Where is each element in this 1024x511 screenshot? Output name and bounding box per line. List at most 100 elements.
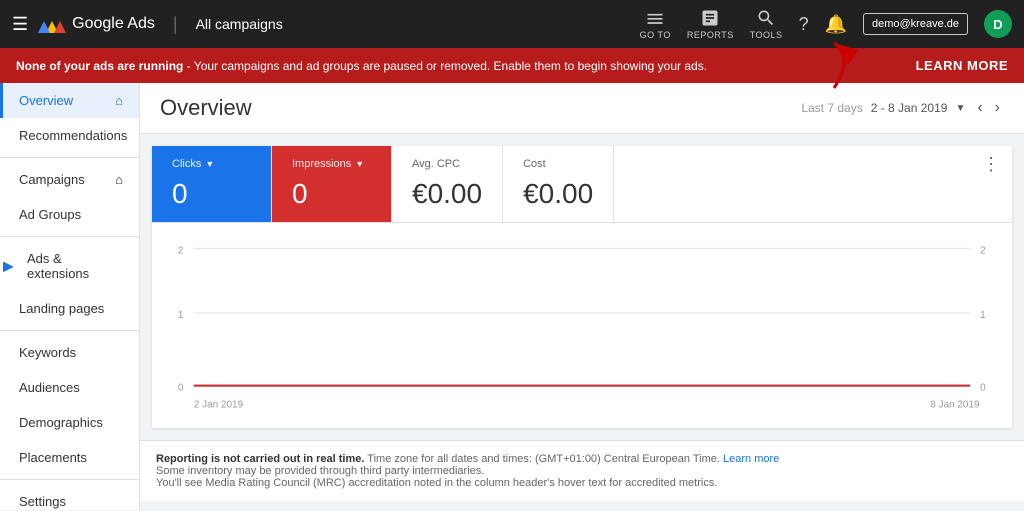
sidebar-divider-4 xyxy=(0,479,139,480)
impressions-dropdown-icon[interactable]: ▼ xyxy=(355,159,364,169)
footer-disclaimer: Reporting is not carried out in real tim… xyxy=(140,440,1024,501)
sidebar-overview-label: Overview xyxy=(19,93,73,108)
nav-right: GO TO REPORTS TOOLS ? 🔔 demo@kreave.de D xyxy=(640,8,1012,40)
sidebar-demographics-label: Demographics xyxy=(19,415,103,430)
date-next-button[interactable]: › xyxy=(991,97,1004,119)
page-title-nav: All campaigns xyxy=(196,16,283,32)
impressions-label: Impressions ▼ xyxy=(292,158,371,170)
sidebar-keywords-label: Keywords xyxy=(19,345,76,360)
app-name-label: Google Ads xyxy=(72,15,155,33)
alert-message: None of your ads are running - Your camp… xyxy=(16,59,707,73)
sidebar-divider-3 xyxy=(0,330,139,331)
metrics-more-options[interactable]: ⋮ xyxy=(970,146,1012,222)
nav-divider: | xyxy=(173,14,178,35)
help-button[interactable]: ? xyxy=(799,14,809,35)
goto-button[interactable]: GO TO xyxy=(640,8,671,40)
top-navigation: ☰ Google Ads | All campaigns GO TO REPOR… xyxy=(0,0,1024,48)
metric-card-cost: Cost €0.00 xyxy=(503,146,614,222)
sidebar-item-keywords[interactable]: Keywords xyxy=(0,335,139,370)
date-label: Last 7 days xyxy=(801,101,862,115)
footer-line1: Reporting is not carried out in real tim… xyxy=(156,453,1008,465)
date-dropdown-icon[interactable]: ▼ xyxy=(955,103,965,114)
alert-bar: None of your ads are running - Your camp… xyxy=(0,48,1024,83)
google-ads-logo xyxy=(38,13,70,35)
sidebar-landing-label: Landing pages xyxy=(19,301,104,316)
sidebar-settings-label: Settings xyxy=(19,494,66,509)
performance-chart: 2 1 0 2 1 0 2 Jan 2019 xyxy=(164,223,1000,413)
three-dots-icon[interactable]: ⋮ xyxy=(982,154,1000,175)
sidebar-item-landing-pages[interactable]: Landing pages xyxy=(0,291,139,326)
svg-text:8 Jan 2019: 8 Jan 2019 xyxy=(930,400,980,411)
sidebar-item-ads-extensions[interactable]: ▶ Ads & extensions xyxy=(0,241,139,291)
sidebar-item-adgroups[interactable]: Ad Groups xyxy=(0,197,139,232)
avg-cpc-value: €0.00 xyxy=(412,178,482,210)
metric-card-avg-cpc: Avg. CPC €0.00 xyxy=(392,146,503,222)
sidebar-audiences-label: Audiences xyxy=(19,380,80,395)
reports-button[interactable]: REPORTS xyxy=(687,8,734,40)
svg-text:0: 0 xyxy=(980,383,986,394)
svg-text:2: 2 xyxy=(980,245,986,256)
notifications-button[interactable]: 🔔 xyxy=(825,14,847,35)
nav-left: ☰ Google Ads | All campaigns xyxy=(12,13,632,35)
sidebar-item-audiences[interactable]: Audiences xyxy=(0,370,139,405)
goto-icon xyxy=(645,8,665,28)
expand-arrow-icon: ▶ xyxy=(3,258,14,275)
sidebar-divider-2 xyxy=(0,236,139,237)
hamburger-menu[interactable]: ☰ xyxy=(12,14,28,35)
sidebar-item-demographics[interactable]: Demographics xyxy=(0,405,139,440)
sidebar-ads-label: Ads & extensions xyxy=(27,251,123,281)
metrics-area: Clicks ▼ 0 Impressions ▼ 0 Avg. CPC € xyxy=(152,146,1012,428)
sidebar-recommendations-label: Recommendations xyxy=(19,128,127,143)
content-area: Overview Last 7 days 2 - 8 Jan 2019 ▼ ‹ … xyxy=(140,83,1024,510)
svg-text:0: 0 xyxy=(178,383,184,394)
clicks-value: 0 xyxy=(172,178,251,210)
tools-button[interactable]: TOOLS xyxy=(750,8,783,40)
svg-text:2: 2 xyxy=(178,245,184,256)
avg-cpc-label: Avg. CPC xyxy=(412,158,482,170)
footer-line2: Some inventory may be provided through t… xyxy=(156,465,1008,477)
user-email-display[interactable]: demo@kreave.de xyxy=(863,13,968,35)
sidebar-placements-label: Placements xyxy=(19,450,87,465)
metrics-cards: Clicks ▼ 0 Impressions ▼ 0 Avg. CPC € xyxy=(152,146,1012,223)
logo-icon xyxy=(38,13,70,35)
sidebar-item-campaigns[interactable]: Campaigns ⌂ xyxy=(0,162,139,197)
alert-bold: None of your ads are running xyxy=(16,59,183,73)
sidebar-item-overview[interactable]: Overview ⌂ xyxy=(0,83,139,118)
cost-value: €0.00 xyxy=(523,178,593,210)
clicks-dropdown-icon[interactable]: ▼ xyxy=(205,159,214,169)
main-layout: Overview ⌂ Recommendations Campaigns ⌂ A… xyxy=(0,83,1024,510)
sidebar-adgroups-label: Ad Groups xyxy=(19,207,81,222)
metric-card-impressions[interactable]: Impressions ▼ 0 xyxy=(272,146,392,222)
footer-line1-text: Time zone for all dates and times: (GMT+… xyxy=(364,453,723,465)
sidebar-divider-1 xyxy=(0,157,139,158)
sidebar-item-settings[interactable]: Settings xyxy=(0,484,139,510)
date-nav-buttons: ‹ › xyxy=(973,97,1004,119)
red-arrow-indicator xyxy=(774,38,854,93)
chart-area: 2 1 0 2 1 0 2 Jan 2019 xyxy=(152,223,1012,428)
cost-label: Cost xyxy=(523,158,593,170)
footer-line3: You'll see Media Rating Council (MRC) ac… xyxy=(156,477,1008,489)
learn-more-link[interactable]: LEARN MORE xyxy=(916,58,1008,73)
footer-learn-more-link[interactable]: Learn more xyxy=(723,453,779,465)
footer-bold: Reporting is not carried out in real tim… xyxy=(156,453,364,465)
sidebar-item-placements[interactable]: Placements xyxy=(0,440,139,475)
svg-text:2 Jan 2019: 2 Jan 2019 xyxy=(194,400,244,411)
impressions-value: 0 xyxy=(292,178,371,210)
tools-icon xyxy=(756,8,776,28)
date-range-selector[interactable]: Last 7 days 2 - 8 Jan 2019 ▼ ‹ › xyxy=(801,97,1004,119)
alert-body: - Your campaigns and ad groups are pause… xyxy=(183,59,707,73)
svg-text:1: 1 xyxy=(178,310,184,321)
user-avatar[interactable]: D xyxy=(984,10,1012,38)
sidebar-campaigns-label: Campaigns xyxy=(19,172,85,187)
svg-text:1: 1 xyxy=(980,310,986,321)
date-range-value: 2 - 8 Jan 2019 xyxy=(871,101,948,115)
content-header: Overview Last 7 days 2 - 8 Jan 2019 ▼ ‹ … xyxy=(140,83,1024,134)
reports-icon xyxy=(700,8,720,28)
overview-title: Overview xyxy=(160,95,252,121)
sidebar-item-recommendations[interactable]: Recommendations xyxy=(0,118,139,153)
home-icon: ⌂ xyxy=(115,93,123,108)
sidebar: Overview ⌂ Recommendations Campaigns ⌂ A… xyxy=(0,83,140,510)
campaigns-home-icon: ⌂ xyxy=(115,172,123,187)
date-prev-button[interactable]: ‹ xyxy=(973,97,986,119)
metric-card-clicks[interactable]: Clicks ▼ 0 xyxy=(152,146,272,222)
